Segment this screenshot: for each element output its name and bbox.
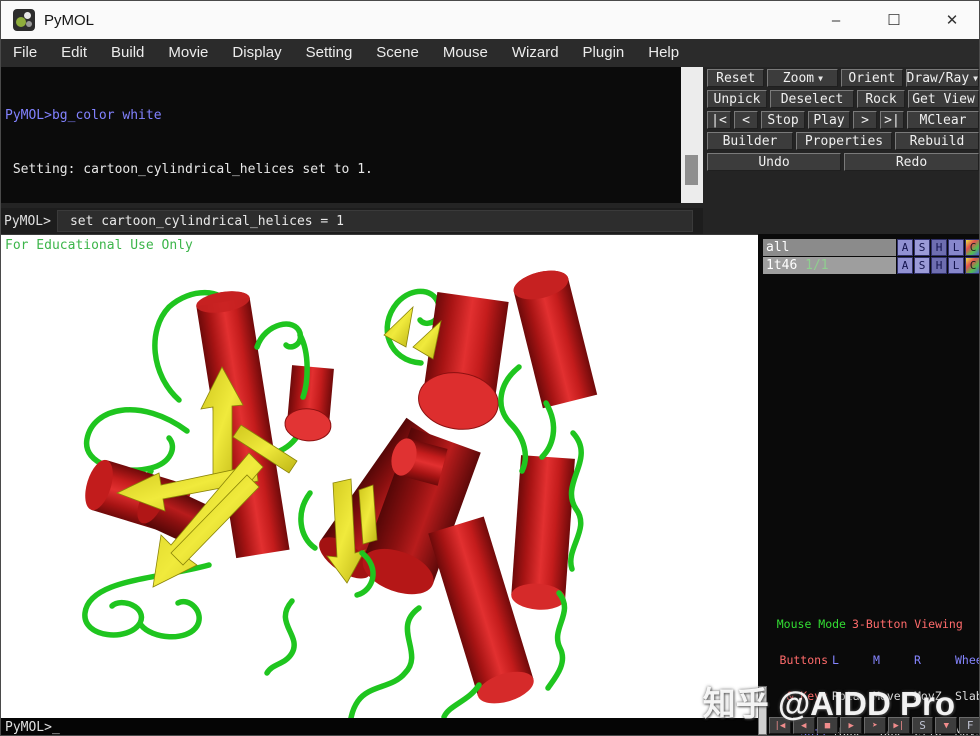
pymol-window: PyMOL – ☐ ✕ File Edit Build Movie Displa… (0, 0, 980, 736)
rock-button[interactable]: Rock (857, 90, 905, 108)
status-prompt[interactable]: PyMOL>_ (5, 720, 60, 735)
mouse-mode-panel: Mouse Mode3-Button Viewing ButtonsLMRWhe… (766, 594, 978, 736)
movie-last-button[interactable]: >| (880, 111, 904, 129)
undo-button[interactable]: Undo (707, 153, 841, 171)
mouse-mode-value: 3-Button Viewing (852, 618, 963, 630)
movie-stop-button[interactable]: ■ (817, 717, 839, 734)
menu-scene[interactable]: Scene (364, 39, 431, 67)
object-name: all (766, 240, 789, 255)
title-bar: PyMOL – ☐ ✕ (1, 1, 980, 39)
zoom-dropdown-button[interactable]: Zoom▼ (767, 69, 838, 87)
hide-menu-button[interactable]: H (931, 257, 947, 274)
menu-movie[interactable]: Movie (156, 39, 220, 67)
menu-edit[interactable]: Edit (49, 39, 99, 67)
close-button[interactable]: ✕ (923, 1, 980, 39)
redo-button[interactable]: Redo (844, 153, 979, 171)
mouse-mode-label: Mouse Mode (766, 618, 846, 630)
deselect-button[interactable]: Deselect (770, 90, 854, 108)
menu-build[interactable]: Build (99, 39, 156, 67)
console-log: PyMOL>bg_color white Setting: cartoon_cy… (1, 67, 681, 203)
movie-play-button[interactable]: Play (808, 111, 850, 129)
fullscreen-button[interactable]: F (959, 717, 980, 734)
menu-mouse[interactable]: Mouse (431, 39, 500, 67)
color-menu-button[interactable]: C (965, 239, 980, 256)
object-row-all[interactable]: all A S H L C (763, 239, 980, 256)
movie-prev-button[interactable]: < (734, 111, 758, 129)
movie-next-button[interactable]: > (853, 111, 877, 129)
object-row-1t46[interactable]: 1t46 1/1 A S H L C (763, 257, 980, 274)
object-list: all A S H L C 1t46 1/1 A S H L C (763, 239, 980, 275)
panel-grip[interactable] (758, 686, 767, 735)
builder-button[interactable]: Builder (707, 132, 793, 150)
label-menu-button[interactable]: L (948, 239, 964, 256)
object-state: 1/1 (805, 258, 828, 273)
mouse-row-label: Buttons (766, 654, 828, 666)
object-name: 1t46 (766, 258, 797, 273)
status-bar: PyMOL>_ (1, 718, 758, 736)
control-panel: Reset Zoom▼ Orient Draw/Ray▼ Unpick Dese… (707, 69, 979, 174)
movie-stop-button[interactable]: Stop (761, 111, 805, 129)
educational-notice: For Educational Use Only (5, 238, 193, 253)
pymol-app-icon (13, 9, 35, 31)
mouse-row-label: & Keys (766, 690, 828, 702)
properties-button[interactable]: Properties (796, 132, 892, 150)
get-view-button[interactable]: Get View (908, 90, 979, 108)
menu-wizard[interactable]: Wizard (500, 39, 571, 67)
command-row: PyMOL> (1, 208, 703, 234)
rebuild-button[interactable]: Rebuild (895, 132, 979, 150)
command-prompt-label: PyMOL> (4, 214, 51, 229)
minimize-button[interactable]: – (807, 1, 865, 39)
side-panel: all A S H L C 1t46 1/1 A S H L C (758, 234, 980, 736)
show-menu-button[interactable]: S (914, 239, 930, 256)
menu-plugin[interactable]: Plugin (571, 39, 637, 67)
movie-go-to-end-button[interactable]: ▶| (888, 717, 910, 734)
movie-control-bar: |◀ ◀ ■ ▶ ➤ ▶| S ▼ F (769, 717, 980, 734)
console-scrollbar-thumb[interactable] (685, 155, 698, 185)
console-scrollbar[interactable] (681, 67, 703, 203)
chevron-down-icon: ▼ (818, 74, 823, 83)
action-menu-button[interactable]: A (897, 239, 913, 256)
menu-setting[interactable]: Setting (294, 39, 365, 67)
console-line: PyMOL>bg_color white (5, 107, 681, 125)
show-menu-button[interactable]: S (914, 257, 930, 274)
menu-help[interactable]: Help (636, 39, 691, 67)
command-input[interactable] (57, 210, 693, 232)
draw-ray-dropdown-button[interactable]: Draw/Ray▼ (906, 69, 979, 87)
molecule-render (1, 235, 758, 719)
color-menu-button[interactable]: C (965, 257, 980, 274)
viewport-canvas[interactable]: For Educational Use Only (1, 234, 758, 718)
movie-first-button[interactable]: |< (707, 111, 731, 129)
menu-display[interactable]: Display (220, 39, 293, 67)
panel-expand-button[interactable]: ▼ (935, 717, 957, 734)
mclear-button[interactable]: MClear (907, 111, 979, 129)
movie-play-button[interactable]: ▶ (840, 717, 862, 734)
reset-button[interactable]: Reset (707, 69, 764, 87)
menu-bar: File Edit Build Movie Display Setting Sc… (1, 39, 980, 67)
window-title: PyMOL (44, 12, 94, 29)
movie-step-forward-button[interactable]: ➤ (864, 717, 886, 734)
upper-section: PyMOL>bg_color white Setting: cartoon_cy… (1, 67, 980, 234)
movie-go-to-start-button[interactable]: |◀ (769, 717, 791, 734)
menu-file[interactable]: File (1, 39, 49, 67)
hide-menu-button[interactable]: H (931, 239, 947, 256)
movie-step-back-button[interactable]: ◀ (793, 717, 815, 734)
sculpt-toggle-button[interactable]: S (912, 717, 934, 734)
unpick-button[interactable]: Unpick (707, 90, 767, 108)
console-line: Setting: cartoon_cylindrical_helices set… (5, 161, 681, 179)
orient-button[interactable]: Orient (841, 69, 902, 87)
maximize-button[interactable]: ☐ (865, 1, 923, 39)
label-menu-button[interactable]: L (948, 257, 964, 274)
action-menu-button[interactable]: A (897, 257, 913, 274)
chevron-down-icon: ▼ (973, 74, 978, 83)
